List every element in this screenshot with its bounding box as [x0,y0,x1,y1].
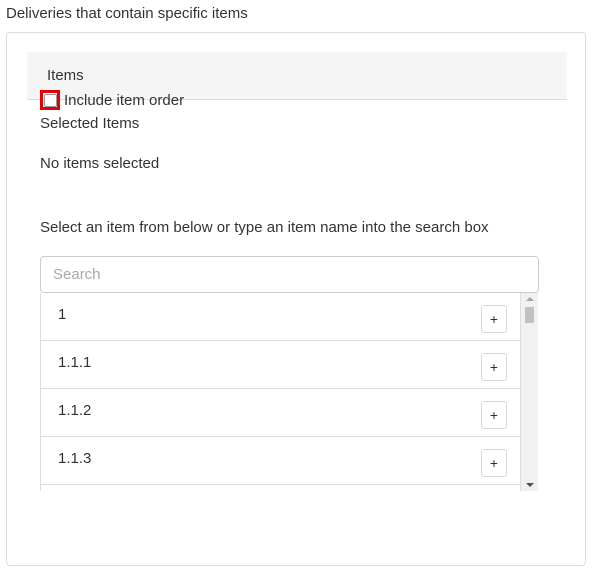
search-input[interactable] [40,256,539,293]
scrollbar-thumb[interactable] [525,307,534,323]
instructions-text: Select an item from below or type an ite… [40,219,489,236]
add-item-button[interactable]: + [481,449,507,477]
list-item[interactable]: 1 + [41,293,521,341]
panel-header-title: Items [47,67,84,84]
section-title: Deliveries that contain specific items [6,5,248,22]
checkbox-highlight [40,90,60,110]
list-scrollbar[interactable] [521,293,538,491]
no-items-text: No items selected [40,155,160,172]
list-item-label: 1 [58,306,67,323]
add-item-button[interactable]: + [481,401,507,429]
list-item[interactable]: 1.1.3 + [41,437,521,485]
include-item-order-checkbox[interactable] [43,93,57,107]
include-item-order-label[interactable]: Include item order [64,92,184,109]
add-item-button[interactable]: + [481,305,507,333]
list-item[interactable]: 1.1.1 + [41,341,521,389]
add-item-button[interactable]: + [481,353,507,381]
list-item-label: 1.1.3 [58,450,92,467]
list-item-label: 1.1.2 [58,402,92,419]
selected-items-title: Selected Items [40,115,140,132]
list-item[interactable]: 1.1.2 + [41,389,521,437]
item-list: 1 + 1.1.1 + 1.1.2 + 1.1.3 + [40,293,521,491]
list-item-partial[interactable] [41,485,521,491]
scroll-up-arrow-icon[interactable] [521,293,538,305]
scroll-down-arrow-icon[interactable] [521,479,538,491]
list-item-label: 1.1.1 [58,354,92,371]
include-item-order-row: Include item order [40,88,184,112]
